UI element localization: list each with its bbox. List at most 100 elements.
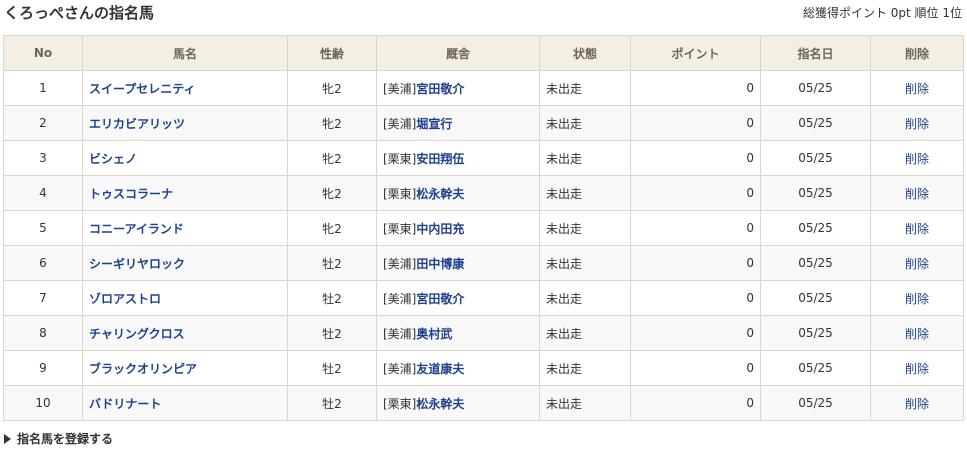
delete-link[interactable]: 削除 <box>905 292 929 306</box>
cell-nominated-date: 05/25 <box>760 175 871 211</box>
horse-name-link[interactable]: ブラックオリンピア <box>89 362 197 376</box>
delete-link[interactable]: 削除 <box>905 152 929 166</box>
cell-nominated-date: 05/25 <box>760 385 871 421</box>
cell-points: 0 <box>630 315 761 351</box>
register-horse-link[interactable]: 指名馬を登録する <box>4 430 113 447</box>
cell-sex-age: 牡2 <box>287 350 377 386</box>
cell-delete: 削除 <box>870 210 964 246</box>
cell-sex-age: 牡2 <box>287 385 377 421</box>
cell-stable: [美浦]宮田敬介 <box>376 280 540 316</box>
cell-status: 未出走 <box>539 140 631 176</box>
table-row: 4 トゥスコラーナ 牝2 [栗東]松永幹夫 未出走 0 05/25 削除 <box>3 175 964 211</box>
delete-link[interactable]: 削除 <box>905 187 929 201</box>
cell-status: 未出走 <box>539 280 631 316</box>
stable-region: [美浦] <box>383 256 417 271</box>
cell-points: 0 <box>630 280 761 316</box>
horse-name-link[interactable]: スイープセレニティ <box>89 82 196 96</box>
stable-region: [栗東] <box>383 221 417 236</box>
cell-points: 0 <box>630 175 761 211</box>
cell-delete: 削除 <box>870 245 964 281</box>
points-rank-summary: 総獲得ポイント 0pt 順位 1位 <box>802 6 962 20</box>
cell-no: 10 <box>3 385 83 421</box>
cell-delete: 削除 <box>870 140 964 176</box>
trainer-link[interactable]: 友道康夫 <box>416 362 464 376</box>
cell-delete: 削除 <box>870 70 964 106</box>
delete-link[interactable]: 削除 <box>905 117 929 131</box>
trainer-link[interactable]: 松永幹夫 <box>416 187 464 201</box>
cell-nominated-date: 05/25 <box>760 210 871 246</box>
trainer-link[interactable]: 堀宣行 <box>416 117 452 131</box>
cell-nominated-date: 05/25 <box>760 315 871 351</box>
cell-delete: 削除 <box>870 105 964 141</box>
trainer-link[interactable]: 宮田敬介 <box>416 292 464 306</box>
delete-link[interactable]: 削除 <box>905 222 929 236</box>
stable-region: [美浦] <box>383 81 417 96</box>
cell-nominated-date: 05/25 <box>760 70 871 106</box>
delete-link[interactable]: 削除 <box>905 327 929 341</box>
column-header-stable: 厩舎 <box>376 35 540 71</box>
page-title: くろっぺさんの指名馬 <box>4 4 155 22</box>
column-header-horse-name: 馬名 <box>82 35 288 71</box>
cell-stable: [栗東]松永幹夫 <box>376 385 540 421</box>
horse-name-link[interactable]: エリカビアリッツ <box>89 117 185 131</box>
cell-nominated-date: 05/25 <box>760 280 871 316</box>
cell-nominated-date: 05/25 <box>760 140 871 176</box>
horse-name-link[interactable]: チャリングクロス <box>89 327 185 341</box>
cell-stable: [栗東]安田翔伍 <box>376 140 540 176</box>
horse-name-link[interactable]: バドリナート <box>89 397 161 411</box>
cell-stable: [美浦]友道康夫 <box>376 350 540 386</box>
trainer-link[interactable]: 安田翔伍 <box>416 152 464 166</box>
table-row: 1 スイープセレニティ 牝2 [美浦]宮田敬介 未出走 0 05/25 削除 <box>3 70 964 106</box>
cell-no: 7 <box>3 280 83 316</box>
cell-delete: 削除 <box>870 350 964 386</box>
trainer-link[interactable]: 田中博康 <box>416 257 464 271</box>
cell-points: 0 <box>630 245 761 281</box>
stable-region: [美浦] <box>383 361 417 376</box>
cell-stable: [美浦]奥村武 <box>376 315 540 351</box>
cell-nominated-date: 05/25 <box>760 245 871 281</box>
horse-name-link[interactable]: ゾロアストロ <box>89 292 161 306</box>
nominated-horses-table: No 馬名 性齢 厩舎 状態 ポイント 指名日 削除 1 スイープセレニティ 牝2[… <box>3 35 964 421</box>
table-row: 5 コニーアイランド 牝2 [栗東]中内田充 未出走 0 05/25 削除 <box>3 210 964 246</box>
cell-sex-age: 牝2 <box>287 70 377 106</box>
cell-no: 5 <box>3 210 83 246</box>
cell-horse-name: スイープセレニティ <box>82 70 288 106</box>
table-row: 6 シーギリヤロック 牡2 [美浦]田中博康 未出走 0 05/25 削除 <box>3 245 964 281</box>
cell-horse-name: ブラックオリンピア <box>82 350 288 386</box>
trainer-link[interactable]: 中内田充 <box>416 222 464 236</box>
trainer-link[interactable]: 松永幹夫 <box>416 397 464 411</box>
cell-sex-age: 牡2 <box>287 280 377 316</box>
table-row: 9 ブラックオリンピア 牡2 [美浦]友道康夫 未出走 0 05/25 削除 <box>3 350 964 386</box>
column-header-points: ポイント <box>630 35 761 71</box>
table-row: 10 バドリナート 牡2 [栗東]松永幹夫 未出走 0 05/25 削除 <box>3 385 964 421</box>
cell-horse-name: バドリナート <box>82 385 288 421</box>
column-header-no: No <box>3 35 83 71</box>
trainer-link[interactable]: 宮田敬介 <box>416 82 464 96</box>
trainer-link[interactable]: 奥村武 <box>416 327 452 341</box>
cell-stable: [美浦]宮田敬介 <box>376 70 540 106</box>
cell-status: 未出走 <box>539 245 631 281</box>
cell-horse-name: ビシェノ <box>82 140 288 176</box>
delete-link[interactable]: 削除 <box>905 397 929 411</box>
cell-no: 2 <box>3 105 83 141</box>
table-row: 2 エリカビアリッツ 牝2 [美浦]堀宣行 未出走 0 05/25 削除 <box>3 105 964 141</box>
cell-horse-name: トゥスコラーナ <box>82 175 288 211</box>
cell-sex-age: 牝2 <box>287 175 377 211</box>
cell-points: 0 <box>630 350 761 386</box>
horse-name-link[interactable]: コニーアイランド <box>89 222 184 236</box>
delete-link[interactable]: 削除 <box>905 82 929 96</box>
cell-delete: 削除 <box>870 315 964 351</box>
stable-region: [栗東] <box>383 396 417 411</box>
cell-sex-age: 牡2 <box>287 315 377 351</box>
delete-link[interactable]: 削除 <box>905 362 929 376</box>
cell-no: 3 <box>3 140 83 176</box>
delete-link[interactable]: 削除 <box>905 257 929 271</box>
table-row: 3 ビシェノ 牝2 [栗東]安田翔伍 未出走 0 05/25 削除 <box>3 140 964 176</box>
cell-stable: [美浦]田中博康 <box>376 245 540 281</box>
table-header-row: No 馬名 性齢 厩舎 状態 ポイント 指名日 削除 <box>3 35 964 71</box>
cell-sex-age: 牡2 <box>287 245 377 281</box>
horse-name-link[interactable]: トゥスコラーナ <box>89 187 173 201</box>
horse-name-link[interactable]: ビシェノ <box>89 152 137 166</box>
horse-name-link[interactable]: シーギリヤロック <box>89 257 185 271</box>
stable-region: [美浦] <box>383 291 417 306</box>
